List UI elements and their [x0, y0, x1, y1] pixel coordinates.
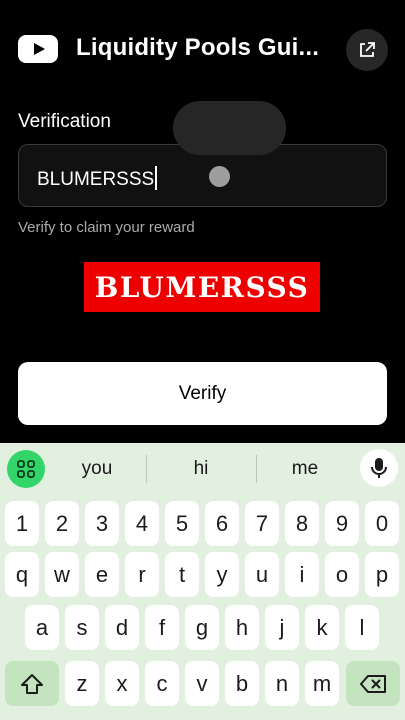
- floating-pill-overlay: [173, 101, 286, 155]
- key-r[interactable]: r: [125, 552, 159, 597]
- key-1[interactable]: 1: [5, 501, 39, 546]
- suggestion-divider: [256, 455, 257, 483]
- key-h[interactable]: h: [225, 605, 259, 650]
- key-c[interactable]: c: [145, 661, 179, 706]
- key-6[interactable]: 6: [205, 501, 239, 546]
- microphone-button[interactable]: [360, 449, 398, 487]
- apps-grid-button[interactable]: [7, 450, 45, 488]
- key-g[interactable]: g: [185, 605, 219, 650]
- key-y[interactable]: y: [205, 552, 239, 597]
- suggestion-item[interactable]: you: [52, 458, 142, 480]
- key-3[interactable]: 3: [85, 501, 119, 546]
- touch-indicator: [209, 166, 230, 187]
- open-external-button[interactable]: [346, 29, 388, 71]
- hint-text: Verify to claim your reward: [18, 219, 195, 236]
- key-q[interactable]: q: [5, 552, 39, 597]
- backspace-icon: [360, 674, 386, 693]
- microphone-icon: [371, 458, 387, 478]
- key-0[interactable]: 0: [365, 501, 399, 546]
- key-j[interactable]: j: [265, 605, 299, 650]
- key-x[interactable]: x: [105, 661, 139, 706]
- suggestion-item[interactable]: me: [260, 458, 350, 480]
- backspace-key[interactable]: [346, 661, 400, 706]
- key-m[interactable]: m: [305, 661, 339, 706]
- key-p[interactable]: p: [365, 552, 399, 597]
- key-a[interactable]: a: [25, 605, 59, 650]
- key-d[interactable]: d: [105, 605, 139, 650]
- key-8[interactable]: 8: [285, 501, 319, 546]
- apps-grid-icon: [17, 460, 35, 478]
- verification-input-text: BLUMERSSS: [37, 166, 158, 191]
- page-title: Liquidity Pools Gui...: [76, 34, 320, 61]
- key-f[interactable]: f: [145, 605, 179, 650]
- captcha-text: BLUMERSSS: [94, 270, 310, 304]
- key-5[interactable]: 5: [165, 501, 199, 546]
- key-7[interactable]: 7: [245, 501, 279, 546]
- key-4[interactable]: 4: [125, 501, 159, 546]
- key-k[interactable]: k: [305, 605, 339, 650]
- shift-key[interactable]: [5, 661, 59, 706]
- suggestion-item[interactable]: hi: [156, 458, 246, 480]
- key-l[interactable]: l: [345, 605, 379, 650]
- verification-label: Verification: [18, 111, 111, 132]
- key-2[interactable]: 2: [45, 501, 79, 546]
- suggestion-bar: you hi me: [0, 443, 405, 493]
- key-w[interactable]: w: [45, 552, 79, 597]
- app-header: Liquidity Pools Gui...: [0, 0, 405, 100]
- open-external-icon: [360, 42, 375, 57]
- verify-button[interactable]: Verify: [18, 362, 387, 425]
- key-b[interactable]: b: [225, 661, 259, 706]
- key-i[interactable]: i: [285, 552, 319, 597]
- key-t[interactable]: t: [165, 552, 199, 597]
- key-e[interactable]: e: [85, 552, 119, 597]
- youtube-logo-icon[interactable]: [18, 35, 58, 63]
- captcha-image: BLUMERSSS: [84, 262, 320, 312]
- key-v[interactable]: v: [185, 661, 219, 706]
- key-9[interactable]: 9: [325, 501, 359, 546]
- key-n[interactable]: n: [265, 661, 299, 706]
- input-value: BLUMERSSS: [37, 169, 155, 190]
- suggestion-divider: [146, 455, 147, 483]
- text-caret: [155, 166, 158, 190]
- shift-icon: [21, 673, 43, 694]
- key-u[interactable]: u: [245, 552, 279, 597]
- key-s[interactable]: s: [65, 605, 99, 650]
- key-z[interactable]: z: [65, 661, 99, 706]
- key-o[interactable]: o: [325, 552, 359, 597]
